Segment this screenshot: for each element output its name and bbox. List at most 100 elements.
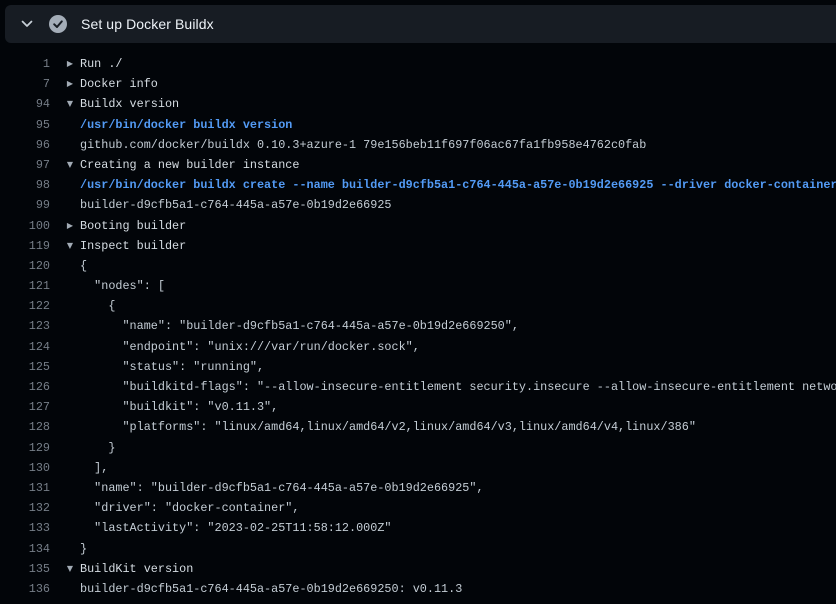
line-number[interactable]: 100 bbox=[0, 216, 50, 236]
log-line: 128 "platforms": "linux/amd64,linux/amd6… bbox=[0, 417, 836, 437]
line-number[interactable]: 122 bbox=[0, 296, 50, 316]
caret-slot bbox=[50, 579, 80, 599]
log-line: 99builder-d9cfb5a1-c764-445a-a57e-0b19d2… bbox=[0, 195, 836, 215]
chevron-down-icon[interactable] bbox=[20, 17, 34, 31]
log-output-text: "lastActivity": "2023-02-25T11:58:12.000… bbox=[80, 518, 392, 538]
log-line: 95/usr/bin/docker buildx version bbox=[0, 115, 836, 135]
log-group-title[interactable]: Buildx version bbox=[80, 94, 179, 114]
log-line: 94▼Buildx version bbox=[0, 94, 836, 114]
line-number[interactable]: 128 bbox=[0, 417, 50, 437]
caret-collapsed-icon[interactable]: ▶ bbox=[50, 54, 80, 74]
line-number[interactable]: 123 bbox=[0, 316, 50, 336]
log-group-title[interactable]: Docker info bbox=[80, 74, 158, 94]
log-output-text: } bbox=[80, 539, 87, 559]
log-line: 133 "lastActivity": "2023-02-25T11:58:12… bbox=[0, 518, 836, 538]
log-output-text: "status": "running", bbox=[80, 357, 264, 377]
caret-slot bbox=[50, 115, 80, 135]
line-number[interactable]: 120 bbox=[0, 256, 50, 276]
caret-slot bbox=[50, 478, 80, 498]
line-number[interactable]: 1 bbox=[0, 54, 50, 74]
caret-expanded-icon[interactable]: ▼ bbox=[50, 94, 80, 114]
log-output-text: "platforms": "linux/amd64,linux/amd64/v2… bbox=[80, 417, 696, 437]
line-number[interactable]: 126 bbox=[0, 377, 50, 397]
log-group-title[interactable]: BuildKit version bbox=[80, 559, 193, 579]
caret-slot bbox=[50, 539, 80, 559]
caret-collapsed-icon[interactable]: ▶ bbox=[50, 74, 80, 94]
caret-slot bbox=[50, 135, 80, 155]
caret-expanded-icon[interactable]: ▼ bbox=[50, 559, 80, 579]
caret-collapsed-icon[interactable]: ▶ bbox=[50, 216, 80, 236]
log-line: 1▶Run ./ bbox=[0, 54, 836, 74]
caret-expanded-icon[interactable]: ▼ bbox=[50, 236, 80, 256]
caret-slot bbox=[50, 498, 80, 518]
log-line: 123 "name": "builder-d9cfb5a1-c764-445a-… bbox=[0, 316, 836, 336]
log-line: 130 ], bbox=[0, 458, 836, 478]
line-number[interactable]: 7 bbox=[0, 74, 50, 94]
caret-slot bbox=[50, 397, 80, 417]
log-line: 136builder-d9cfb5a1-c764-445a-a57e-0b19d… bbox=[0, 579, 836, 599]
log-output-text: "endpoint": "unix:///var/run/docker.sock… bbox=[80, 337, 420, 357]
line-number[interactable]: 136 bbox=[0, 579, 50, 599]
line-number[interactable]: 133 bbox=[0, 518, 50, 538]
line-number[interactable]: 131 bbox=[0, 478, 50, 498]
line-number[interactable]: 99 bbox=[0, 195, 50, 215]
caret-slot bbox=[50, 417, 80, 437]
line-number[interactable]: 95 bbox=[0, 115, 50, 135]
log-line: 97▼Creating a new builder instance bbox=[0, 155, 836, 175]
line-number[interactable]: 96 bbox=[0, 135, 50, 155]
log-output-text: "driver": "docker-container", bbox=[80, 498, 299, 518]
log-line: 98/usr/bin/docker buildx create --name b… bbox=[0, 175, 836, 195]
caret-slot bbox=[50, 256, 80, 276]
log-group-title[interactable]: Booting builder bbox=[80, 216, 186, 236]
log-output-text: "buildkit": "v0.11.3", bbox=[80, 397, 278, 417]
line-number[interactable]: 97 bbox=[0, 155, 50, 175]
log-group-title[interactable]: Creating a new builder instance bbox=[80, 155, 299, 175]
line-number[interactable]: 129 bbox=[0, 438, 50, 458]
log-line: 132 "driver": "docker-container", bbox=[0, 498, 836, 518]
check-circle-icon bbox=[49, 15, 67, 33]
line-number[interactable]: 98 bbox=[0, 175, 50, 195]
log-line: 119▼Inspect builder bbox=[0, 236, 836, 256]
log-group-title[interactable]: Inspect builder bbox=[80, 236, 186, 256]
log-line: 127 "buildkit": "v0.11.3", bbox=[0, 397, 836, 417]
line-number[interactable]: 94 bbox=[0, 94, 50, 114]
log-output-text: "buildkitd-flags": "--allow-insecure-ent… bbox=[80, 377, 836, 397]
log-line: 96 github.com/docker/buildx 0.10.3+azure-… bbox=[0, 135, 836, 155]
log-line: 122 { bbox=[0, 296, 836, 316]
log-group-title[interactable]: Run ./ bbox=[80, 54, 122, 74]
caret-slot bbox=[50, 377, 80, 397]
log-line: 120 { bbox=[0, 256, 836, 276]
caret-slot bbox=[50, 518, 80, 538]
log-lines: 1▶Run ./7▶Docker info94▼Buildx version95… bbox=[0, 43, 836, 604]
line-number[interactable]: 134 bbox=[0, 539, 50, 559]
step-title: Set up Docker Buildx bbox=[81, 16, 214, 32]
line-number[interactable]: 121 bbox=[0, 276, 50, 296]
line-number[interactable]: 124 bbox=[0, 337, 50, 357]
step-header[interactable]: Set up Docker Buildx bbox=[5, 5, 836, 43]
caret-expanded-icon[interactable]: ▼ bbox=[50, 155, 80, 175]
caret-slot bbox=[50, 357, 80, 377]
log-output-text: ], bbox=[80, 458, 108, 478]
caret-slot bbox=[50, 296, 80, 316]
line-number[interactable]: 130 bbox=[0, 458, 50, 478]
log-line: 135▼BuildKit version bbox=[0, 559, 836, 579]
line-number[interactable]: 125 bbox=[0, 357, 50, 377]
log-line: 126 "buildkitd-flags": "--allow-insecure… bbox=[0, 377, 836, 397]
log-output-text: github.com/docker/buildx 0.10.3+azure-1 … bbox=[80, 135, 646, 155]
line-number[interactable]: 135 bbox=[0, 559, 50, 579]
log-output-text: "nodes": [ bbox=[80, 276, 165, 296]
caret-slot bbox=[50, 276, 80, 296]
log-output-text: "name": "builder-d9cfb5a1-c764-445a-a57e… bbox=[80, 478, 484, 498]
caret-slot bbox=[50, 337, 80, 357]
line-number[interactable]: 127 bbox=[0, 397, 50, 417]
log-output-text: { bbox=[80, 296, 115, 316]
line-number[interactable]: 132 bbox=[0, 498, 50, 518]
caret-slot bbox=[50, 316, 80, 336]
log-output-text: { bbox=[80, 256, 87, 276]
caret-slot bbox=[50, 438, 80, 458]
log-line: 121 "nodes": [ bbox=[0, 276, 836, 296]
log-command-text: /usr/bin/docker buildx version bbox=[80, 115, 292, 135]
log-line: 7▶Docker info bbox=[0, 74, 836, 94]
line-number[interactable]: 119 bbox=[0, 236, 50, 256]
log-command-text: /usr/bin/docker buildx create --name bui… bbox=[80, 175, 836, 195]
